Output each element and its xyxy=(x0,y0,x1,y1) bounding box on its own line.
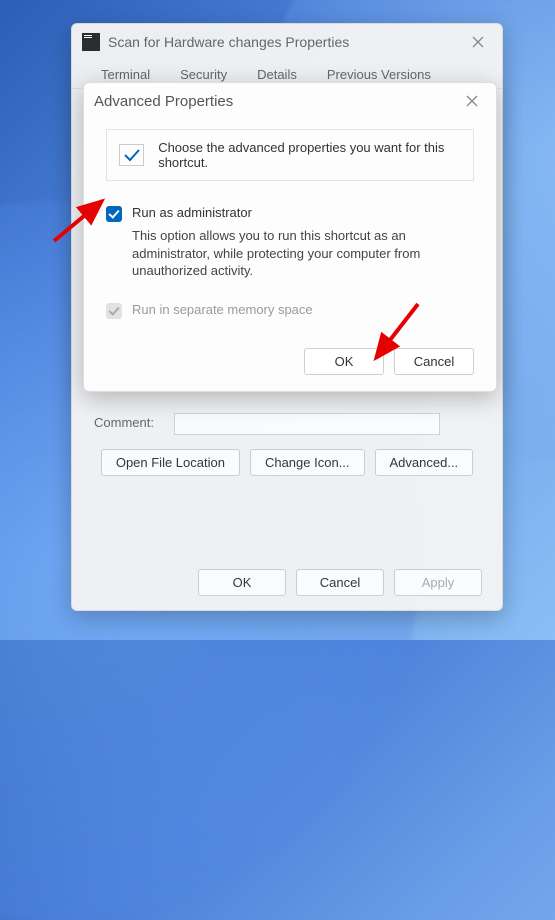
run-as-admin-description: This option allows you to run this short… xyxy=(132,227,432,280)
apply-button[interactable]: Apply xyxy=(394,569,482,596)
terminal-icon xyxy=(82,33,100,51)
ok-button[interactable]: OK xyxy=(304,348,384,375)
hint-text: Choose the advanced properties you want … xyxy=(158,140,461,170)
open-file-location-button[interactable]: Open File Location xyxy=(101,449,240,476)
properties-footer: OK Cancel Apply xyxy=(72,559,502,610)
change-icon-button[interactable]: Change Icon... xyxy=(250,449,365,476)
advanced-titlebar: Advanced Properties xyxy=(84,83,496,119)
ok-button[interactable]: OK xyxy=(198,569,286,596)
separate-memory-option: Run in separate memory space xyxy=(106,302,474,318)
hint-box: Choose the advanced properties you want … xyxy=(106,129,474,181)
checkmark-icon xyxy=(119,144,144,166)
comment-field[interactable] xyxy=(174,413,440,435)
cancel-button[interactable]: Cancel xyxy=(296,569,384,596)
close-icon[interactable] xyxy=(458,87,486,115)
properties-titlebar: Scan for Hardware changes Properties xyxy=(72,24,502,60)
advanced-button[interactable]: Advanced... xyxy=(375,449,474,476)
advanced-title: Advanced Properties xyxy=(94,93,458,110)
advanced-properties-dialog: Advanced Properties Choose the advanced … xyxy=(83,82,497,392)
separate-memory-checkbox xyxy=(106,303,122,319)
shortcut-buttons: Open File Location Change Icon... Advanc… xyxy=(94,449,480,476)
comment-label: Comment: xyxy=(94,415,170,430)
dialog-buttons: OK Cancel xyxy=(106,348,474,375)
cancel-button[interactable]: Cancel xyxy=(394,348,474,375)
run-as-admin-option[interactable]: Run as administrator xyxy=(106,205,474,221)
close-icon[interactable] xyxy=(464,28,492,56)
separate-memory-label: Run in separate memory space xyxy=(132,302,313,317)
run-as-admin-label: Run as administrator xyxy=(132,205,252,220)
run-as-admin-checkbox[interactable] xyxy=(106,206,122,222)
properties-title: Scan for Hardware changes Properties xyxy=(108,34,464,50)
comment-row: Comment: xyxy=(94,413,480,435)
